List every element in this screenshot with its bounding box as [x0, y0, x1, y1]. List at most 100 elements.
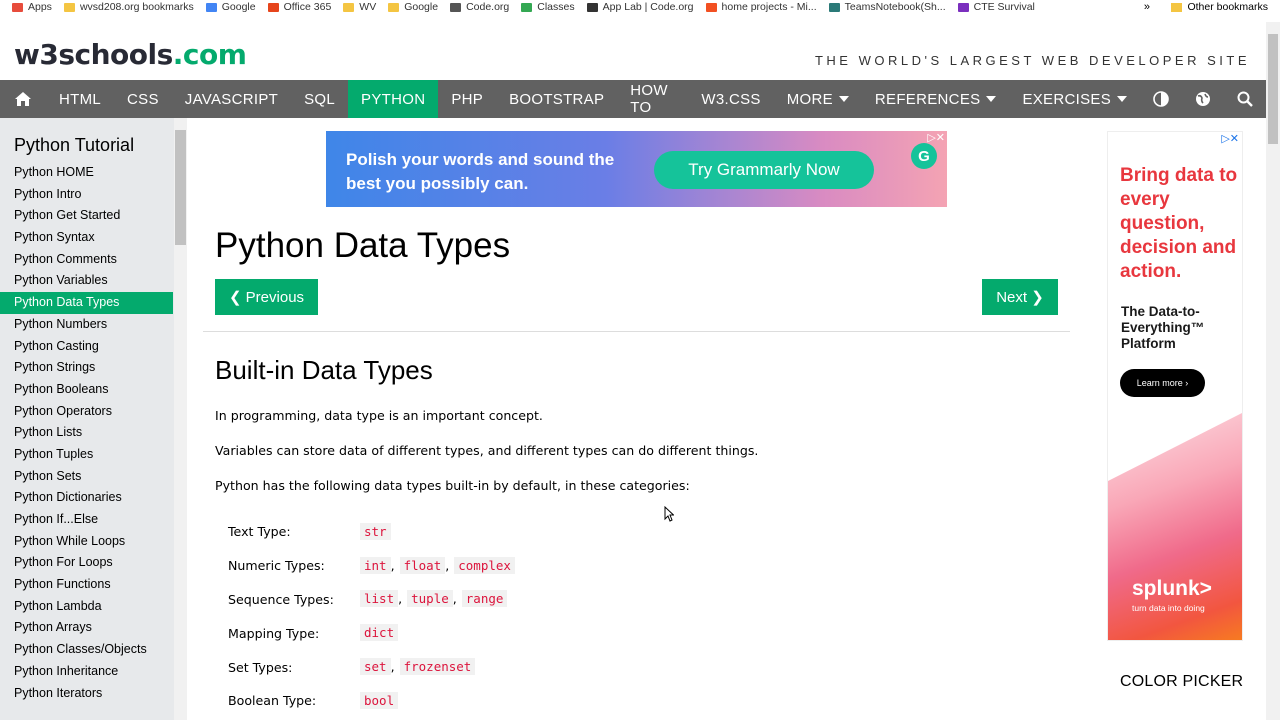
splunk-ad[interactable]: ▷✕ Bring data to every question, decisio…: [1107, 131, 1243, 641]
bookmark-item[interactable]: Office 365: [267, 1, 332, 13]
bookmark-icon: [586, 2, 598, 12]
sidebar-item-python-if-else[interactable]: Python If...Else: [0, 509, 173, 531]
sidebar-item-python-strings[interactable]: Python Strings: [0, 357, 173, 379]
site-logo[interactable]: w3schools.com: [14, 38, 247, 71]
nav-item-bootstrap[interactable]: BOOTSTRAP: [496, 80, 617, 118]
next-button[interactable]: Next ❯: [982, 279, 1058, 315]
sidebar-item-python-lambda[interactable]: Python Lambda: [0, 596, 173, 618]
sidebar-item-python-lists[interactable]: Python Lists: [0, 422, 173, 444]
bookmark-item[interactable]: Apps: [12, 1, 52, 13]
nav-item-label: SQL: [304, 90, 336, 108]
nav-item-label: JAVASCRIPT: [184, 90, 279, 108]
sidebar-item-python-numbers[interactable]: Python Numbers: [0, 314, 173, 336]
sidebar-item-python-arrays[interactable]: Python Arrays: [0, 617, 173, 639]
sidebar-scrollbar-thumb[interactable]: [175, 130, 186, 245]
language-button[interactable]: [1182, 80, 1224, 118]
nav-item-javascript[interactable]: JAVASCRIPT: [172, 80, 291, 118]
nav-item-exercises[interactable]: EXERCISES: [1009, 80, 1140, 118]
search-button[interactable]: [1224, 80, 1266, 118]
nav-item-label: REFERENCES: [874, 90, 981, 108]
sidebar-item-python-for-loops[interactable]: Python For Loops: [0, 552, 173, 574]
previous-button[interactable]: ❮ Previous: [215, 279, 318, 315]
table-row: Sequence Types: list, tuple, range: [228, 583, 515, 617]
sidebar-item-python-dictionaries[interactable]: Python Dictionaries: [0, 487, 173, 509]
right-column: ▷✕ Bring data to every question, decisio…: [1085, 118, 1266, 720]
sidebar-item-python-home[interactable]: Python HOME: [0, 162, 173, 184]
bookmark-icon: [388, 2, 400, 12]
learn-more-button[interactable]: Learn more ›: [1120, 369, 1205, 397]
nav-item-w3-css[interactable]: W3.CSS: [688, 80, 773, 118]
splunk-logo: splunk>: [1132, 577, 1212, 600]
sidebar-item-python-sets[interactable]: Python Sets: [0, 466, 173, 488]
sidebar-item-python-functions[interactable]: Python Functions: [0, 574, 173, 596]
nav-item-how-to[interactable]: HOW TO: [617, 80, 688, 118]
nav-item-label: EXERCISES: [1022, 90, 1111, 108]
logo-suffix: .com: [172, 38, 247, 71]
sidebar-item-python-tuples[interactable]: Python Tuples: [0, 444, 173, 466]
home-button[interactable]: [0, 80, 46, 118]
table-row: Text Type: str: [228, 515, 515, 549]
ad-close-icon[interactable]: ▷✕: [927, 131, 945, 144]
bookmark-item[interactable]: WV: [343, 1, 376, 13]
bookmark-item[interactable]: Google: [205, 1, 256, 13]
sidebar-scrollbar[interactable]: [174, 118, 187, 720]
nav-item-css[interactable]: CSS: [114, 80, 172, 118]
separator: ,: [390, 659, 399, 675]
type-category: Set Types:: [228, 659, 293, 675]
other-bookmarks[interactable]: Other bookmarks: [1171, 0, 1268, 14]
sidebar-item-python-get-started[interactable]: Python Get Started: [0, 205, 173, 227]
nav-item-label: MORE: [786, 90, 833, 108]
code-type-name: tuple: [407, 590, 453, 608]
nav-item-python[interactable]: PYTHON: [348, 80, 439, 118]
nav-item-html[interactable]: HTML: [46, 80, 114, 118]
nav-item-label: BOOTSTRAP: [509, 90, 605, 108]
bookmark-item[interactable]: Code.org: [450, 1, 509, 13]
nav-item-sql[interactable]: SQL: [291, 80, 348, 118]
ad-headline: Bring data to every question, decision a…: [1120, 165, 1238, 282]
logo-main: w3schools: [14, 38, 173, 71]
ad-cta-button[interactable]: Try Grammarly Now: [654, 151, 874, 189]
color-picker-heading[interactable]: COLOR PICKER: [1120, 673, 1243, 691]
sidebar-item-python-comments[interactable]: Python Comments: [0, 249, 173, 271]
type-values: int, float, complex: [360, 556, 515, 575]
bookmark-icon: [521, 2, 533, 12]
sidebar-item-python-booleans[interactable]: Python Booleans: [0, 379, 173, 401]
sidebar-item-python-while-loops[interactable]: Python While Loops: [0, 531, 173, 553]
type-values: set, frozenset: [360, 658, 476, 676]
sidebar-item-python-intro[interactable]: Python Intro: [0, 184, 173, 206]
sidebar-item-python-casting[interactable]: Python Casting: [0, 336, 173, 358]
nav-item-php[interactable]: PHP: [438, 80, 496, 118]
page-scrollbar-thumb[interactable]: [1268, 34, 1278, 144]
bookmark-item[interactable]: CTE Survival: [957, 1, 1035, 13]
separator: ,: [390, 557, 399, 573]
sidebar-item-python-syntax[interactable]: Python Syntax: [0, 227, 173, 249]
sidebar-item-python-inheritance[interactable]: Python Inheritance: [0, 661, 173, 683]
nav-item-references[interactable]: REFERENCES: [862, 80, 1010, 118]
grammarly-ad[interactable]: Polish your words and sound the best you…: [326, 131, 947, 207]
bookmark-item[interactable]: wvsd208.org bookmarks: [63, 1, 194, 13]
bookmark-item[interactable]: Classes: [521, 1, 575, 13]
bookmark-item[interactable]: App Lab | Code.org: [586, 1, 694, 13]
nav-item-label: HTML: [59, 90, 102, 108]
theme-toggle-button[interactable]: [1140, 80, 1182, 118]
sidebar-item-python-operators[interactable]: Python Operators: [0, 401, 173, 423]
code-type-name: range: [461, 590, 508, 608]
sidebar-item-python-classes-objects[interactable]: Python Classes/Objects: [0, 639, 173, 661]
contrast-icon: [1153, 91, 1169, 107]
code-type-name: frozenset: [399, 658, 476, 676]
bookmark-label: Apps: [28, 1, 52, 13]
ad-close-icon[interactable]: ▷✕: [1221, 132, 1239, 145]
bookmark-item[interactable]: home projects - Mi...: [705, 1, 817, 13]
bookmark-icon: [957, 2, 969, 12]
sidebar-item-python-data-types[interactable]: Python Data Types: [0, 292, 173, 314]
sidebar-item-python-iterators[interactable]: Python Iterators: [0, 683, 173, 705]
nav-item-more[interactable]: MORE: [774, 80, 862, 118]
bookmarks-overflow-button[interactable]: »: [1144, 0, 1150, 14]
bookmark-item[interactable]: Google: [388, 1, 438, 13]
bookmark-label: Office 365: [283, 1, 332, 13]
sidebar-item-python-variables[interactable]: Python Variables: [0, 270, 173, 292]
bookmark-item[interactable]: TeamsNotebook(Sh...: [828, 1, 946, 13]
page-scrollbar[interactable]: [1266, 22, 1280, 720]
bookmark-label: Classes: [537, 1, 575, 13]
globe-icon: [1195, 91, 1211, 107]
